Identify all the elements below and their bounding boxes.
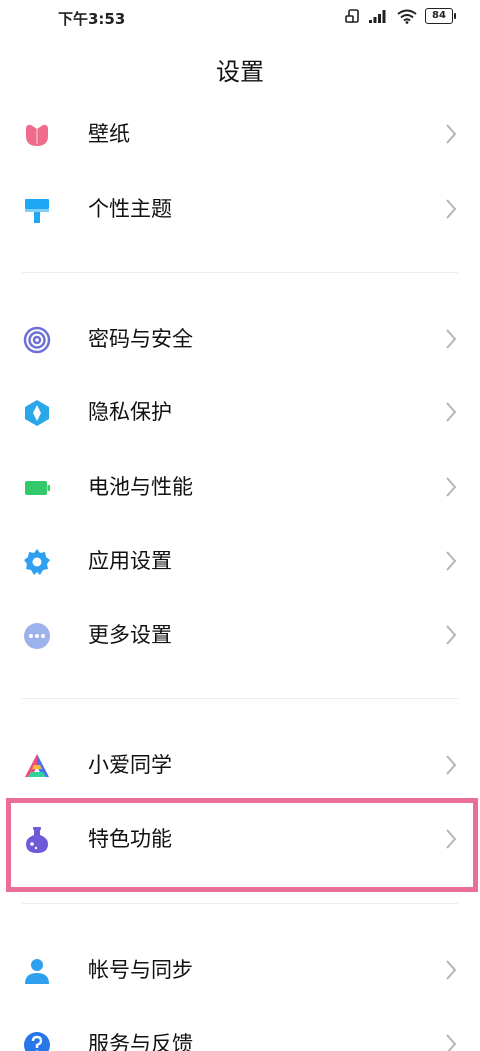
settings-item-label: 密码与安全: [88, 327, 193, 351]
settings-item-password-security[interactable]: 密码与安全: [0, 308, 480, 370]
settings-item-more-settings[interactable]: 更多设置: [0, 604, 480, 666]
settings-item-theme[interactable]: 个性主题: [0, 178, 480, 240]
settings-item-service-feedback[interactable]: 服务与反馈: [0, 1013, 480, 1051]
fingerprint-icon: [23, 326, 51, 354]
chevron-right-icon: [446, 551, 457, 571]
settings-item-label: 壁纸: [88, 122, 130, 146]
question-icon: [24, 1032, 50, 1051]
settings-item-label: 个性主题: [88, 197, 172, 221]
settings-item-wallpaper[interactable]: 壁纸: [0, 103, 480, 165]
chevron-right-icon: [446, 329, 457, 349]
settings-item-label: 隐私保护: [88, 400, 172, 424]
status-time: 下午3:53: [58, 10, 126, 28]
settings-item-label: 更多设置: [88, 623, 172, 647]
settings-item-label: 帐号与同步: [88, 958, 193, 982]
chevron-right-icon: [446, 124, 457, 144]
page-title: 设置: [216, 58, 264, 86]
chevron-right-icon: [446, 625, 457, 645]
settings-item-label: 服务与反馈: [88, 1032, 193, 1051]
person-icon: [25, 959, 49, 984]
section-divider: [22, 903, 458, 904]
chevron-right-icon: [446, 960, 457, 980]
more-dots-icon: [24, 623, 50, 649]
chevron-right-icon: [446, 755, 457, 775]
section-divider: [22, 698, 458, 699]
battery-level: 84: [425, 8, 453, 24]
status-icons: 84: [345, 8, 456, 24]
paint-roller-icon: [25, 199, 49, 223]
battery-indicator: 84: [425, 8, 456, 24]
xiaoai-icon: [25, 754, 49, 777]
battery-tip: [454, 13, 456, 19]
settings-item-battery-performance[interactable]: 电池与性能: [0, 456, 480, 518]
chevron-right-icon: [446, 199, 457, 219]
chevron-right-icon: [446, 477, 457, 497]
wifi-icon: [397, 9, 417, 24]
privacy-shield-icon: [25, 400, 49, 426]
status-bar: 下午3:53 84: [0, 0, 480, 36]
tulip-icon: [26, 124, 48, 146]
rotation-lock-icon: [345, 9, 359, 23]
settings-item-label: 应用设置: [88, 549, 172, 573]
settings-item-label: 小爱同学: [88, 753, 172, 777]
chevron-right-icon: [446, 402, 457, 422]
settings-item-privacy[interactable]: 隐私保护: [0, 381, 480, 443]
section-divider: [22, 272, 458, 273]
battery-icon: [25, 481, 50, 495]
signal-icon: [369, 10, 386, 23]
settings-item-special-features[interactable]: 特色功能: [0, 808, 480, 870]
settings-screen: 下午3:53 84 设置 壁纸 个性主题 密码与安全 隐私保护 电池与性能 应用…: [0, 0, 480, 1051]
chevron-right-icon: [446, 1034, 457, 1051]
gear-icon: [24, 549, 50, 575]
settings-item-label: 特色功能: [88, 827, 172, 851]
settings-item-account-sync[interactable]: 帐号与同步: [0, 939, 480, 1001]
flask-icon: [26, 827, 48, 853]
settings-item-label: 电池与性能: [88, 475, 193, 499]
settings-item-app-settings[interactable]: 应用设置: [0, 530, 480, 592]
chevron-right-icon: [446, 829, 457, 849]
settings-item-xiaoai[interactable]: 小爱同学: [0, 734, 480, 796]
